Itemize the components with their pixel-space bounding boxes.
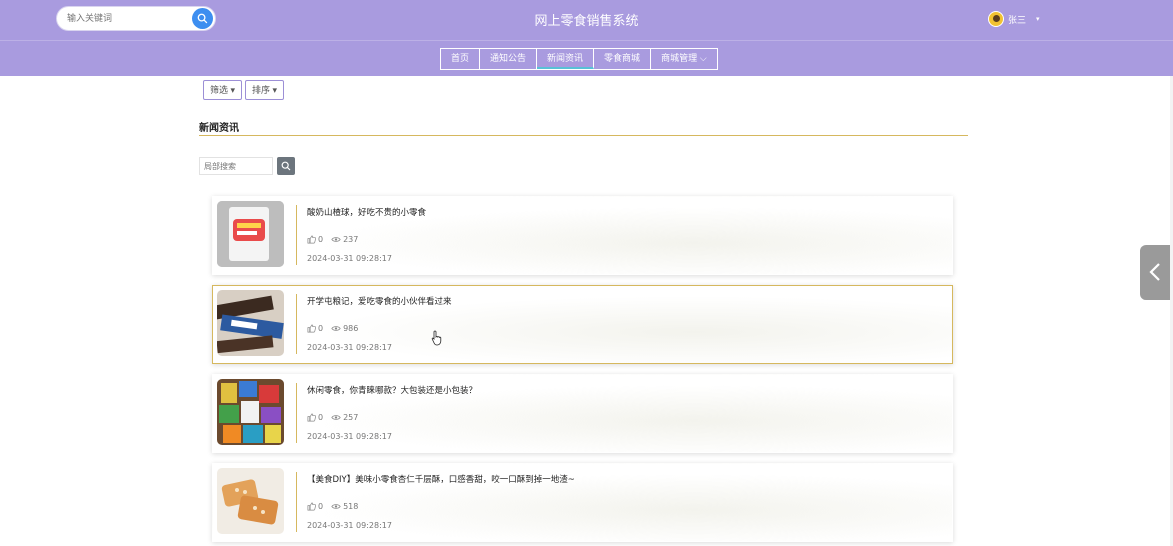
filter-row: 筛选 ▾ 排序 ▾ <box>203 80 285 100</box>
news-title[interactable]: 休闲零食，你青睐哪款？大包装还是小包装？ <box>307 384 477 396</box>
thumbs-up-icon[interactable] <box>307 235 316 244</box>
thumbs-up-icon[interactable] <box>307 502 316 511</box>
news-thumbnail[interactable] <box>217 468 284 534</box>
view-count: 257 <box>343 413 359 422</box>
news-date: 2024-03-31 09:28:17 <box>307 432 392 441</box>
eye-icon <box>331 326 341 331</box>
news-thumbnail[interactable] <box>217 379 284 445</box>
user-name[interactable]: 张三 <box>1008 13 1026 26</box>
like-count: 0 <box>318 413 324 422</box>
eye-icon <box>331 415 341 420</box>
view-count: 986 <box>343 324 359 333</box>
nav-item-notices[interactable]: 通知公告 <box>480 49 538 69</box>
news-date: 2024-03-31 09:28:17 <box>307 521 392 530</box>
local-search <box>199 157 295 175</box>
news-title[interactable]: 酸奶山楂球，好吃不贵的小零食 <box>307 206 426 218</box>
nav-item-home[interactable]: 首页 <box>441 49 481 69</box>
like-count: 0 <box>318 324 324 333</box>
news-date: 2024-03-31 09:28:17 <box>307 254 392 263</box>
news-item[interactable]: 休闲零食，你青睐哪款？大包装还是小包装？ 0 257 2024-03-31 09… <box>212 374 953 453</box>
local-search-button[interactable] <box>277 157 295 175</box>
news-title[interactable]: 【美食DIY】美味小零食杏仁千层酥，口感香甜，咬一口酥到掉一地渣~ <box>307 473 575 485</box>
nav-bar: 首页 通知公告 新闻资讯 零食商城 商城管理 ⌵ <box>0 40 1173 76</box>
news-thumbnail[interactable] <box>217 201 284 267</box>
top-header: 网上零食销售系统 张三 ▾ <box>0 0 1173 40</box>
news-thumbnail[interactable] <box>217 290 284 356</box>
thumbs-up-icon[interactable] <box>307 324 316 333</box>
news-meta: 0 237 <box>307 235 366 244</box>
user-menu[interactable]: 张三 ▾ <box>988 10 1040 28</box>
nav-item-news[interactable]: 新闻资讯 <box>537 49 595 69</box>
filter-button[interactable]: 筛选 ▾ <box>203 80 243 100</box>
search-icon <box>281 161 291 171</box>
nav-item-shop[interactable]: 零食商城 <box>594 49 652 69</box>
view-count: 518 <box>343 502 359 511</box>
eye-icon <box>331 237 341 242</box>
chevron-left-icon <box>1149 263 1160 281</box>
news-item[interactable]: 酸奶山楂球，好吃不贵的小零食 0 237 2024-03-31 09:28:17 <box>212 196 953 275</box>
view-count: 237 <box>343 235 359 244</box>
news-meta: 0 518 <box>307 502 366 511</box>
news-title[interactable]: 开学屯粮记，爱吃零食的小伙伴看过来 <box>307 295 452 307</box>
avatar[interactable] <box>988 11 1004 27</box>
news-item[interactable]: 开学屯粮记，爱吃零食的小伙伴看过来 0 986 2024-03-31 09:28… <box>212 285 953 364</box>
chevron-down-icon[interactable]: ▾ <box>1036 15 1040 23</box>
thumbs-up-icon[interactable] <box>307 413 316 422</box>
nav-item-shop-management[interactable]: 商城管理 ⌵ <box>651 49 717 69</box>
eye-icon <box>331 504 341 509</box>
local-search-input[interactable] <box>199 157 273 175</box>
news-meta: 0 986 <box>307 324 366 333</box>
sort-button[interactable]: 排序 ▾ <box>245 80 285 100</box>
main-nav: 首页 通知公告 新闻资讯 零食商城 商城管理 ⌵ <box>440 48 718 70</box>
like-count: 0 <box>318 235 324 244</box>
news-date: 2024-03-31 09:28:17 <box>307 343 392 352</box>
page-title: 新闻资讯 <box>199 123 239 134</box>
news-meta: 0 257 <box>307 413 366 422</box>
hand-cursor-icon <box>431 330 442 346</box>
section-divider <box>199 135 968 136</box>
news-item[interactable]: 【美食DIY】美味小零食杏仁千层酥，口感香甜，咬一口酥到掉一地渣~ 0 518 … <box>212 463 953 542</box>
like-count: 0 <box>318 502 324 511</box>
side-panel-toggle[interactable] <box>1140 245 1173 300</box>
